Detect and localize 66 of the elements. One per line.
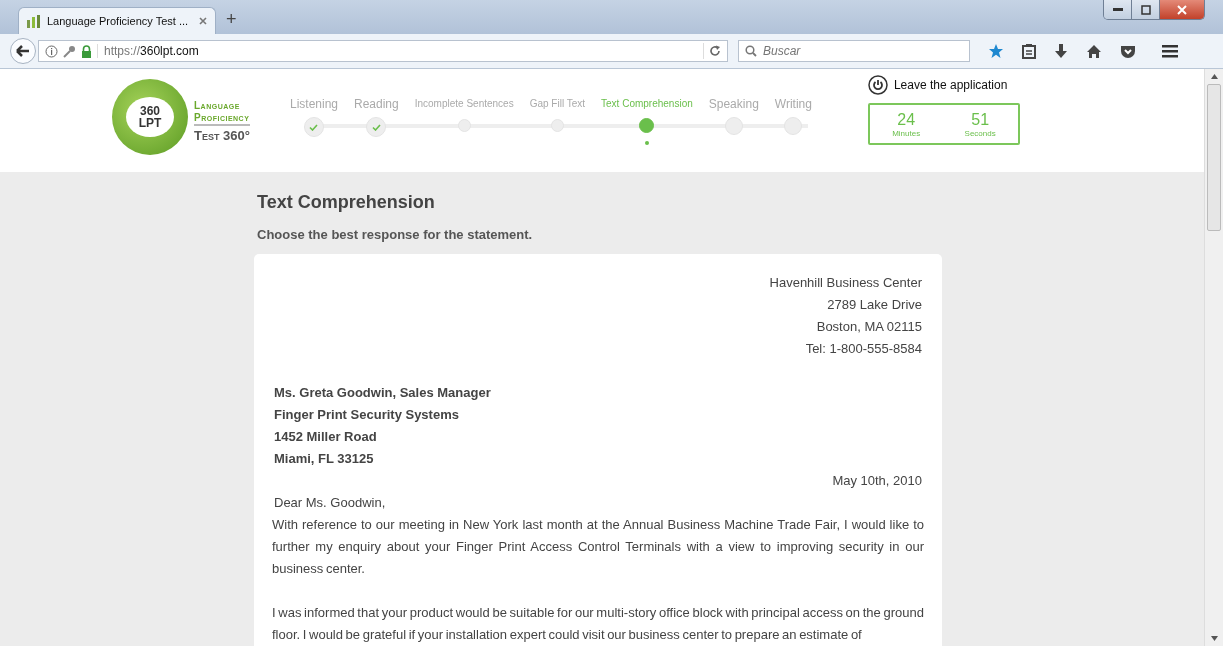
sender-address-line: 2789 Lake Drive <box>827 296 922 314</box>
letter-date: May 10th, 2010 <box>832 472 922 490</box>
scroll-down-icon[interactable] <box>1210 636 1218 641</box>
address-field[interactable]: https://360lpt.com <box>38 40 728 62</box>
logo-text: Proficiency <box>194 111 250 126</box>
clipboard-icon[interactable] <box>1022 43 1036 59</box>
recipient-address-line: 1452 Miller Road <box>274 428 377 446</box>
step-label[interactable]: Listening <box>289 89 338 111</box>
minimize-icon <box>1112 7 1123 12</box>
instruction-text: Choose the best response for the statement. <box>257 227 534 242</box>
logo-text: Language <box>194 99 241 112</box>
key-icon <box>63 44 76 58</box>
url-text: https://360lpt.com <box>97 44 698 58</box>
step-label[interactable]: Text Comprehension <box>601 89 693 109</box>
timer-value: 24 <box>897 110 916 129</box>
menu-icon[interactable] <box>1162 44 1178 58</box>
power-icon <box>867 75 888 95</box>
scrollbar-thumb[interactable] <box>1207 84 1221 231</box>
step-label[interactable]: Reading <box>354 89 399 111</box>
logo-acronym: LPT <box>138 117 162 129</box>
sender-address-line: Tel: 1-800-555-8584 <box>805 340 922 358</box>
new-tab-button[interactable]: + <box>226 9 237 30</box>
minimize-button[interactable] <box>1104 0 1132 19</box>
scroll-up-icon[interactable] <box>1210 74 1218 79</box>
scrollbar[interactable] <box>1204 69 1223 646</box>
sender-address-line: Boston, MA 02115 <box>816 318 922 336</box>
close-window-button[interactable] <box>1160 0 1204 19</box>
reload-icon[interactable] <box>709 45 721 57</box>
restore-icon <box>1140 4 1151 15</box>
back-arrow-icon <box>16 45 30 57</box>
search-icon <box>745 45 757 57</box>
info-icon <box>45 44 58 58</box>
back-button[interactable] <box>10 38 36 64</box>
tab-title: Language Proficiency Test ... <box>47 15 190 27</box>
current-step-dot <box>644 141 649 145</box>
close-icon <box>1177 4 1187 15</box>
recipient-address-line: Finger Print Security Systems <box>274 406 459 424</box>
close-icon[interactable] <box>199 17 207 25</box>
letter-paragraph: With reference to our meeting in New York last month at the Annual Business Machine Trade Fair, I would like to further my enquiry about your Finger Print Access Control Terminals with a view to improving security in our business center. <box>272 516 924 578</box>
sender-address-line: Havenhill Business Center <box>769 274 922 292</box>
checkmark-icon <box>371 123 381 131</box>
restore-button[interactable] <box>1132 0 1160 19</box>
recipient-address-line: Ms. Greta Goodwin, Sales Manager <box>274 384 491 402</box>
letter-greeting: Dear Ms. Goodwin, <box>274 494 387 512</box>
timer-value: 51 <box>971 110 990 129</box>
step-label[interactable]: Writing <box>774 89 812 111</box>
timer-unit: Seconds <box>964 128 996 138</box>
browser-tab[interactable]: Language Proficiency Test ... <box>18 7 216 34</box>
checkmark-icon <box>309 123 319 131</box>
pocket-icon[interactable] <box>1120 43 1136 59</box>
recipient-address-line: Miami, FL 33125 <box>274 450 374 468</box>
home-icon[interactable] <box>1086 43 1102 59</box>
search-field[interactable]: Buscar <box>738 40 970 62</box>
download-icon[interactable] <box>1054 43 1068 59</box>
bar-chart-icon <box>27 14 41 28</box>
timer-unit: Minutes <box>892 128 921 138</box>
step-label[interactable]: Incomplete Sentences <box>414 89 514 109</box>
star-icon[interactable] <box>988 43 1004 59</box>
letter-paragraph: I was informed that your product would be suitable for our multi-story office block with principal access on the ground floor. I would be grateful if your installation expert could visit our business center to prepare an estimate of <box>272 604 924 644</box>
padlock-icon <box>81 44 92 58</box>
logo-number: 360 <box>140 105 160 117</box>
step-label[interactable]: Speaking <box>708 89 759 111</box>
section-title: Text Comprehension <box>257 192 436 213</box>
leave-link[interactable]: Leave the application <box>867 75 1020 95</box>
step-label[interactable]: Gap Fill Text <box>529 89 586 109</box>
logo-text: Test 360° <box>194 127 250 143</box>
